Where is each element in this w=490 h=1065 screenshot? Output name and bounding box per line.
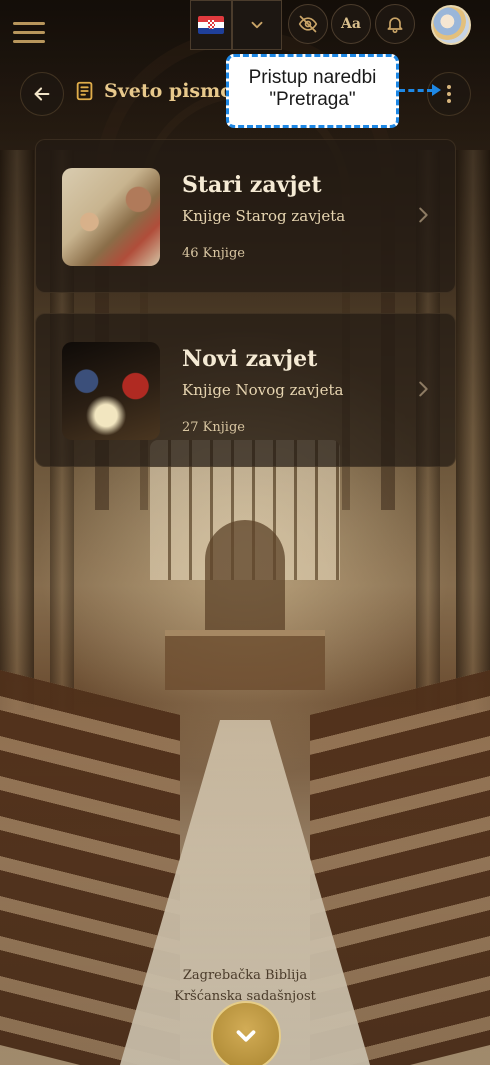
arrow-left-icon xyxy=(34,87,50,101)
card-book-count: 27 Knjige xyxy=(182,420,245,435)
language-flag-button[interactable] xyxy=(190,0,232,50)
old-testament-card[interactable]: Stari zavjet Knjige Starog zavjeta 46 Kn… xyxy=(35,139,456,293)
card-title: Novi zavjet xyxy=(182,346,318,372)
callout-arrow xyxy=(399,89,433,92)
section-title: Sveto pismo xyxy=(74,79,233,103)
card-book-count: 46 Knjige xyxy=(182,246,245,261)
top-bar: Aa xyxy=(0,0,490,52)
notifications-button[interactable] xyxy=(375,4,415,44)
search-hint-callout: Pristup naredbi "Pretraga" xyxy=(226,54,399,128)
callout-line-2: "Pretraga" xyxy=(269,89,356,110)
chevron-right-icon xyxy=(419,207,428,223)
chevron-down-icon xyxy=(251,21,263,29)
chevron-right-icon xyxy=(419,381,428,397)
chevron-down-icon xyxy=(236,1030,256,1042)
footer-line-1: Zagrebačka Biblija xyxy=(182,968,308,983)
croatia-flag-icon xyxy=(198,16,224,34)
card-subtitle: Knjige Starog zavjeta xyxy=(182,207,346,225)
eye-off-icon xyxy=(298,15,318,33)
bell-icon xyxy=(387,17,403,34)
callout-arrow-head xyxy=(432,84,441,96)
language-dropdown-button[interactable] xyxy=(232,0,282,50)
back-button[interactable] xyxy=(20,72,64,116)
menu-icon[interactable] xyxy=(13,22,45,44)
card-title: Stari zavjet xyxy=(182,172,322,198)
callout-line-1: Pristup naredbi xyxy=(248,67,377,88)
card-subtitle: Knjige Novog zavjeta xyxy=(182,381,344,399)
font-size-button[interactable]: Aa xyxy=(331,4,371,44)
section-title-label: Sveto pismo xyxy=(104,80,233,102)
new-testament-card[interactable]: Novi zavjet Knjige Novog zavjeta 27 Knji… xyxy=(35,313,456,467)
profile-avatar[interactable] xyxy=(431,5,471,45)
new-testament-image xyxy=(62,342,160,440)
more-vertical-icon xyxy=(447,85,451,89)
font-size-label: Aa xyxy=(341,16,361,32)
visibility-toggle-button[interactable] xyxy=(288,4,328,44)
scroll-down-button[interactable] xyxy=(211,1001,281,1065)
old-testament-image xyxy=(62,168,160,266)
book-icon xyxy=(76,81,93,101)
